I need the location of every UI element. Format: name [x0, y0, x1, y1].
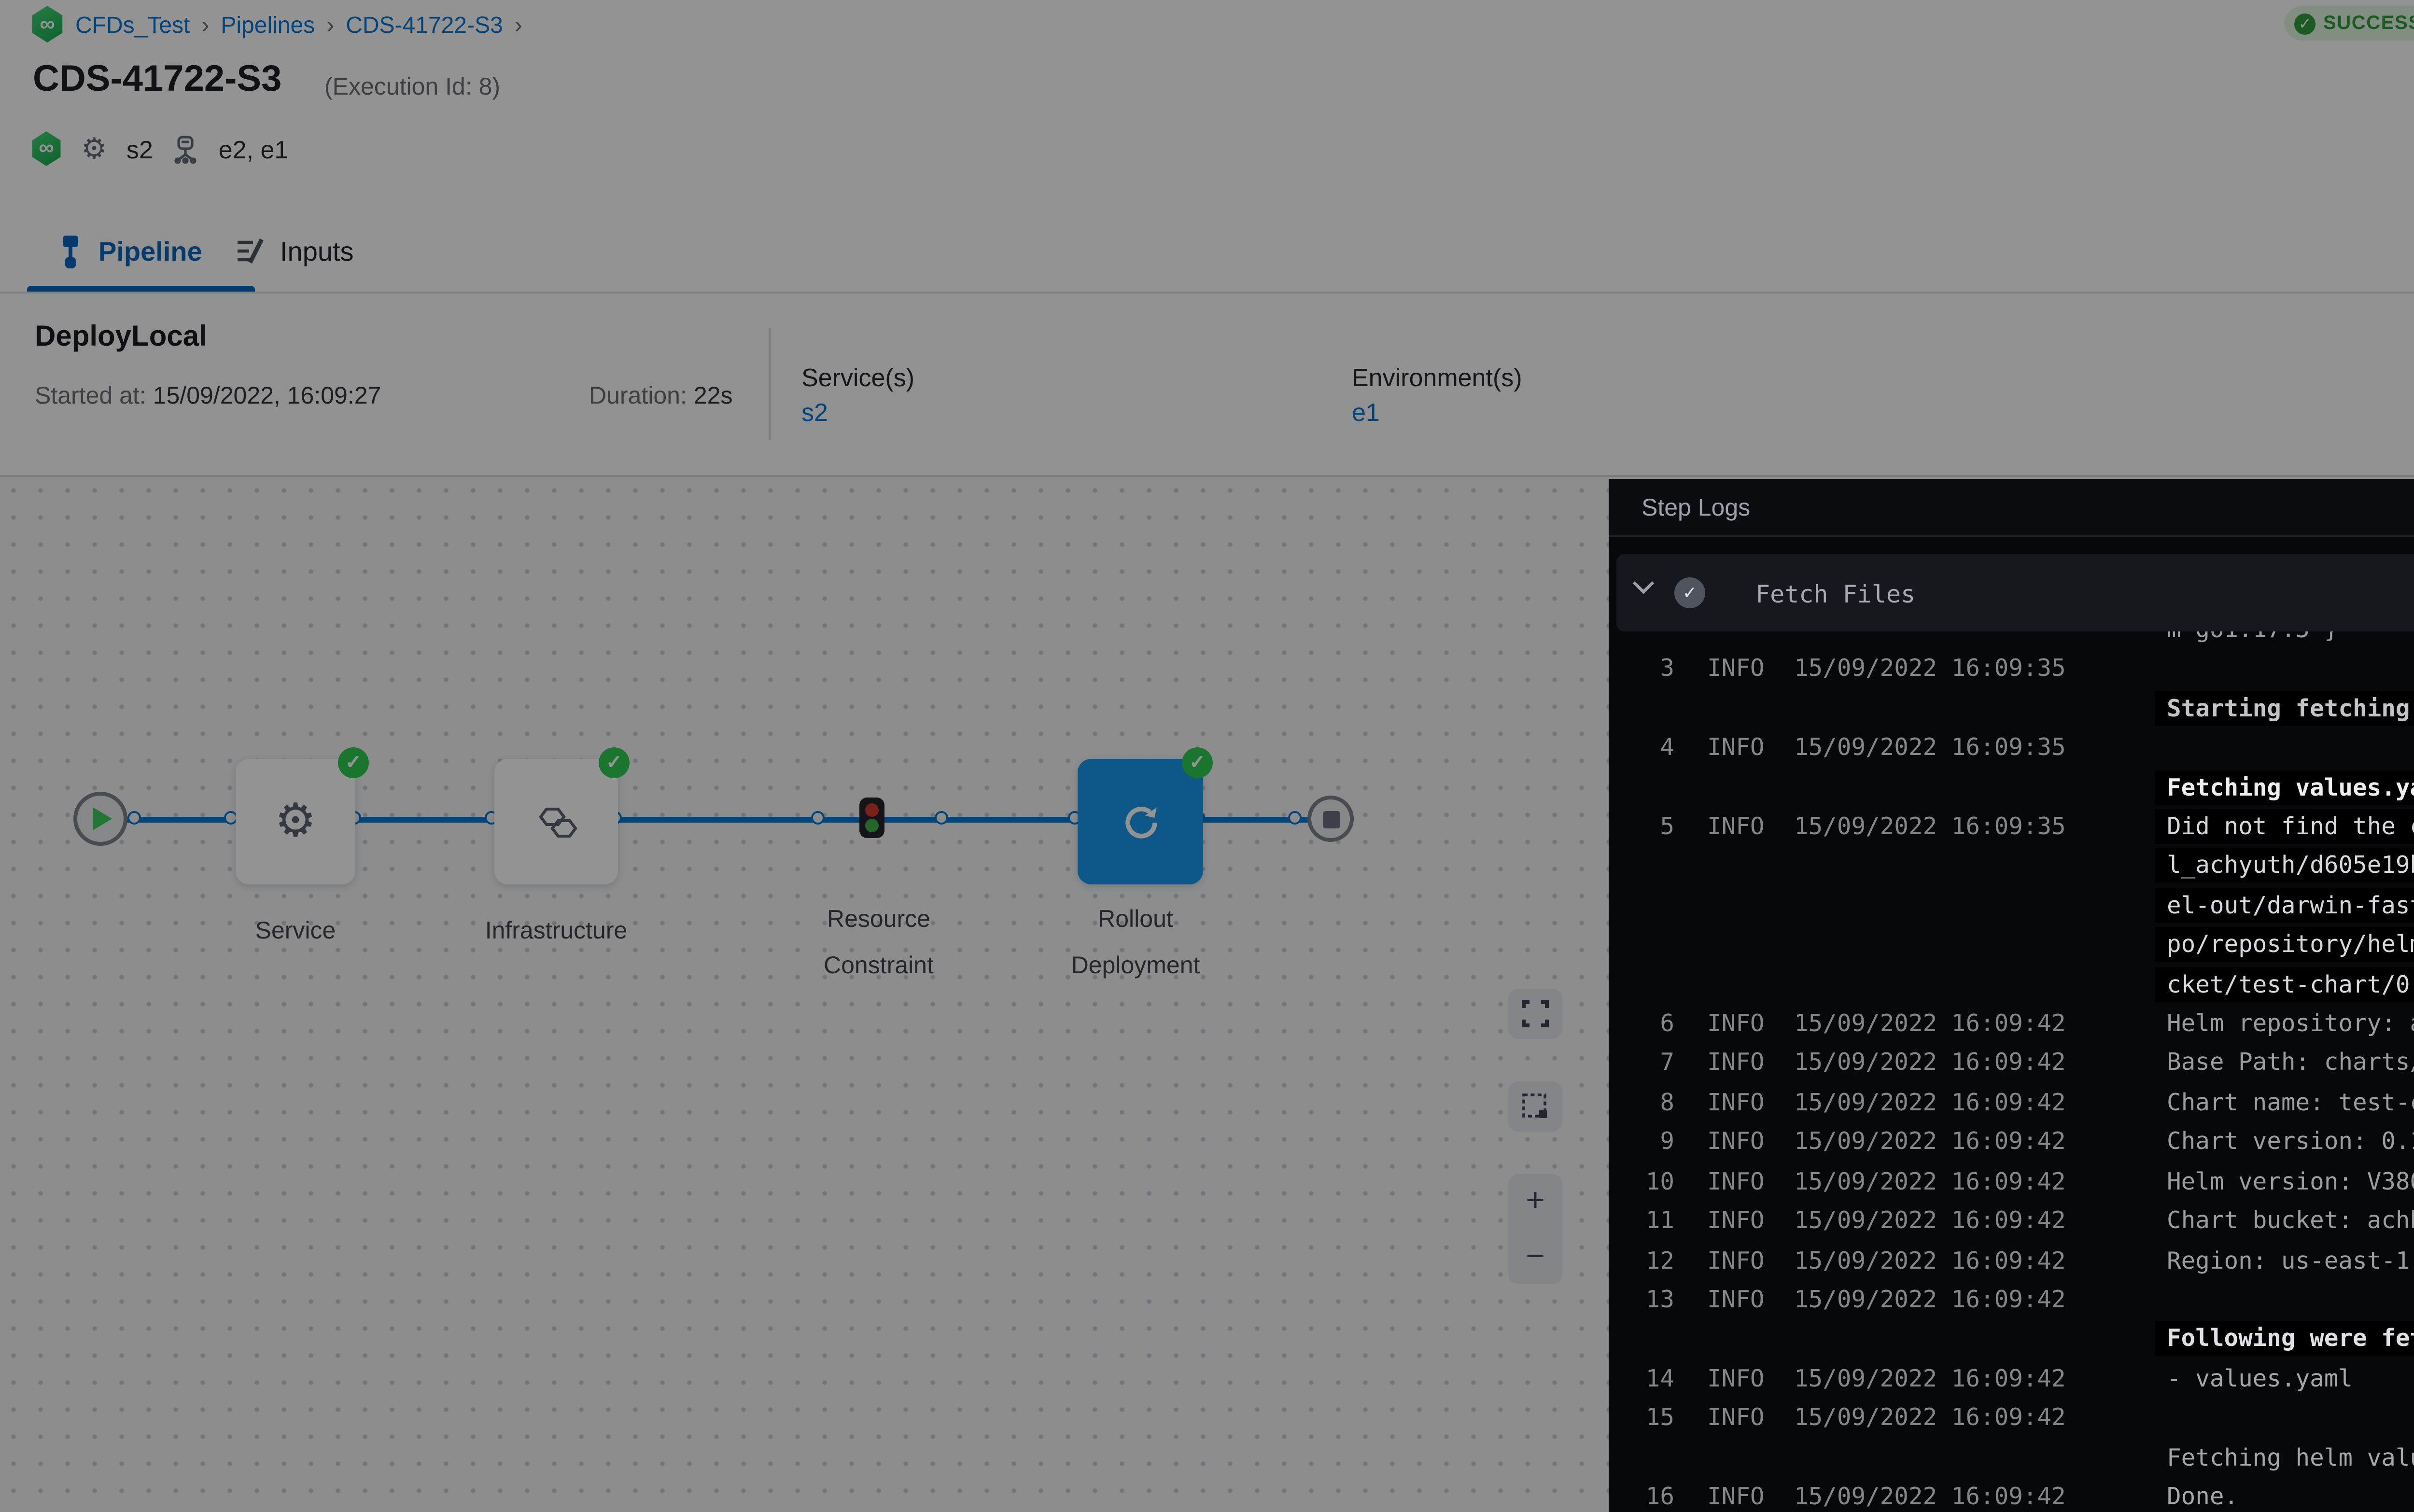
log-line: 11INFO15/09/2022 16:09:42Chart bucket: a…	[1609, 1201, 2414, 1241]
log-panel-title: Step Logs	[1642, 494, 1750, 521]
success-badge-icon: ✓	[338, 747, 369, 778]
breadcrumb-link[interactable]: CFDs_Test	[75, 11, 190, 38]
node-label: Service	[236, 908, 355, 954]
breadcrumb-separator: ›	[201, 11, 209, 38]
inputs-icon	[236, 238, 265, 265]
port	[934, 811, 947, 825]
log-section-title: Fetch Files	[1755, 579, 1915, 608]
start-node[interactable]	[73, 792, 127, 846]
log-panel-header: Step Logs Console View	[1609, 479, 2414, 537]
log-line: 6INFO15/09/2022 16:09:42Helm repository:…	[1609, 1004, 2414, 1044]
tab-inputs[interactable]: Inputs	[236, 209, 354, 294]
app-window: ∞ CFDs_Test › Pipelines › CDS-41722-S3 › CDS-…	[0, 0, 2414, 1512]
node-label: Rollout Deployment	[1039, 896, 1232, 989]
breadcrumb-link[interactable]: Pipelines	[221, 11, 315, 38]
log-line: 4INFO15/09/2022 16:09:35	[1609, 728, 2414, 768]
selection-tool-button[interactable]	[1508, 1081, 1562, 1132]
stage-name[interactable]: DeployLocal	[35, 321, 207, 353]
success-badge-icon: ✓	[1182, 747, 1213, 778]
breadcrumb-separator: ›	[515, 11, 522, 38]
gear-icon: ⚙	[81, 131, 107, 166]
rollout-icon	[1117, 798, 1164, 845]
log-line: 14INFO15/09/2022 16:09:42- values.yaml	[1609, 1359, 2414, 1399]
step-logs-panel: Step Logs Console View ✓ Fetch Files ↑ ↓…	[1609, 479, 2414, 1512]
port	[810, 811, 824, 825]
duration: Duration: 22s	[589, 382, 733, 409]
entity-tags-row: ∞ ⚙ s2 e2, e1	[31, 131, 288, 166]
log-line: 13INFO15/09/2022 16:09:42	[1609, 1280, 2414, 1320]
play-icon	[90, 807, 111, 830]
gear-icon: ⚙	[275, 794, 316, 850]
node-rollout-deployment[interactable]	[1078, 759, 1203, 884]
green-light	[865, 819, 879, 832]
zoom-controls: + −	[1508, 1174, 1562, 1284]
environments-label: Environment(s)	[1352, 363, 1522, 392]
breadcrumb: ∞ CFDs_Test › Pipelines › CDS-41722-S3 ›	[31, 6, 522, 42]
log-line: 15INFO15/09/2022 16:09:42	[1609, 1399, 2414, 1438]
end-node[interactable]	[1307, 796, 1354, 842]
log-lines: m go1.17.5"}3INFO15/09/2022 16:09:35Star…	[1609, 610, 2414, 1512]
breadcrumb-separator: ›	[326, 11, 334, 38]
tab-bar: Pipeline Inputs Console View	[0, 209, 2414, 294]
started-at: Started at: 15/09/2022, 16:09:27	[35, 382, 381, 409]
success-badge-icon: ✓	[599, 747, 630, 778]
log-line: 10INFO15/09/2022 16:09:42Helm version: V…	[1609, 1162, 2414, 1202]
page-title: CDS-41722-S3	[33, 60, 281, 102]
log-line: 12INFO15/09/2022 16:09:42Region: us-east…	[1609, 1241, 2414, 1280]
services-label: Service(s)	[801, 363, 914, 392]
log-line: 3INFO15/09/2022 16:09:35	[1609, 650, 2414, 689]
log-line: 5INFO15/09/2022 16:09:35Did not find the…	[1609, 807, 2414, 1004]
services-value[interactable]: s2	[801, 398, 828, 427]
stage-info-bar: DeployLocal Started at: 15/09/2022, 16:0…	[0, 294, 2414, 477]
step-success-icon: ✓	[1674, 577, 1705, 608]
pipeline-icon	[58, 235, 83, 267]
port	[223, 811, 237, 825]
node-resource-constraint[interactable]	[859, 798, 884, 838]
log-line: 16INFO15/09/2022 16:09:42Done.	[1609, 1477, 2414, 1512]
harness-badge-icon: ∞	[31, 131, 62, 166]
zoom-out-button[interactable]: −	[1526, 1237, 1545, 1276]
active-tab-underline	[27, 286, 255, 292]
log-line: 7INFO15/09/2022 16:09:42Base Path: chart…	[1609, 1044, 2414, 1083]
environment-tag: e2, e1	[219, 134, 289, 163]
log-line: 8INFO15/09/2022 16:09:42Chart name: test…	[1609, 1083, 2414, 1123]
port	[126, 811, 140, 825]
execution-id-label: (Execution Id: 8)	[324, 73, 500, 100]
log-line: Following were fetched successfully :	[1609, 1319, 2414, 1359]
node-infrastructure[interactable]	[494, 759, 618, 884]
log-line: Fetching helm values completed successfu…	[1609, 1438, 2414, 1477]
node-label: Resource Constraint	[782, 896, 975, 989]
tab-pipeline[interactable]: Pipeline	[58, 209, 202, 294]
zoom-in-button[interactable]: +	[1526, 1182, 1545, 1221]
infrastructure-icon	[531, 800, 581, 843]
log-line: Starting fetching Helm values	[1609, 689, 2414, 728]
log-section-fetch-files[interactable]: ✓ Fetch Files ↑ ↓ 9s	[1616, 554, 2414, 631]
harness-logo-icon: ∞	[31, 6, 64, 42]
log-line: Fetching values.yaml from helm chart rep…	[1609, 768, 2414, 808]
check-circle-icon: ✓	[2294, 13, 2316, 34]
red-light	[865, 803, 879, 817]
port	[1287, 811, 1301, 825]
node-service[interactable]: ⚙	[236, 759, 355, 884]
chevron-down-icon[interactable]	[1632, 579, 1655, 595]
service-tag: s2	[126, 134, 153, 163]
breadcrumb-link[interactable]: CDS-41722-S3	[346, 11, 503, 38]
divider	[769, 328, 771, 440]
stop-icon	[1322, 810, 1339, 827]
log-line: 9INFO15/09/2022 16:09:42Chart version: 0…	[1609, 1122, 2414, 1162]
fit-to-screen-button[interactable]	[1508, 989, 1562, 1039]
status-badge: ✓ SUCCESS	[2285, 6, 2414, 41]
node-label: Infrastructure	[463, 908, 649, 954]
environment-icon	[172, 134, 199, 163]
top-bar: ∞ CFDs_Test › Pipelines › CDS-41722-S3 › CDS-…	[0, 0, 2414, 209]
environments-value[interactable]: e1	[1352, 398, 1380, 427]
